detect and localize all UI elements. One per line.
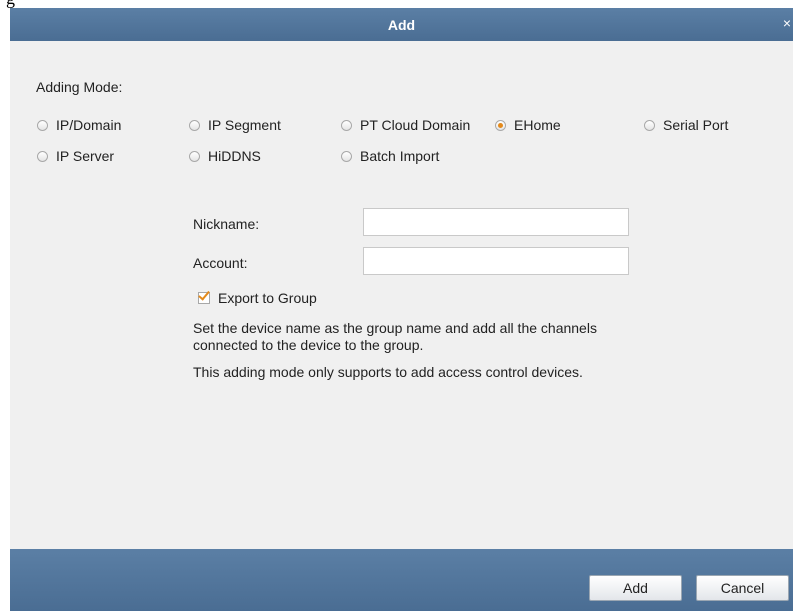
radio-ip-server[interactable]: IP Server xyxy=(37,148,114,164)
radio-button-icon[interactable] xyxy=(37,119,48,131)
radio-button-icon[interactable] xyxy=(189,119,200,131)
nickname-input[interactable] xyxy=(363,208,629,236)
cropped-heading-text: g xyxy=(6,0,15,8)
export-to-group-checkbox-row[interactable]: Export to Group xyxy=(198,288,317,306)
radio-label: PT Cloud Domain xyxy=(360,117,471,133)
radio-button-selected-icon[interactable] xyxy=(495,119,506,131)
radio-label: EHome xyxy=(514,117,561,133)
adding-mode-label: Adding Mode: xyxy=(36,79,123,95)
dialog-content: Adding Mode: IP/Domain IP Segment PT Clo… xyxy=(10,41,793,549)
radio-batch-import[interactable]: Batch Import xyxy=(341,148,439,164)
radio-ip-segment[interactable]: IP Segment xyxy=(189,117,281,133)
cancel-button[interactable]: Cancel xyxy=(696,575,789,601)
radio-button-icon[interactable] xyxy=(189,150,200,162)
export-to-group-label: Export to Group xyxy=(218,290,317,306)
radio-label: IP Segment xyxy=(208,117,281,133)
nickname-label: Nickname: xyxy=(193,216,260,232)
radio-label: IP/Domain xyxy=(56,117,122,133)
cropped-heading: g xyxy=(0,0,793,8)
radio-label: HiDDNS xyxy=(208,148,261,164)
add-button[interactable]: Add xyxy=(589,575,682,601)
dialog-title: Add xyxy=(387,16,416,33)
radio-serial-port[interactable]: Serial Port xyxy=(644,117,728,133)
radio-button-icon[interactable] xyxy=(37,150,48,162)
group-info-text: Set the device name as the group name an… xyxy=(193,320,597,353)
dialog-footer: Add Cancel xyxy=(10,549,793,611)
radio-ip-domain[interactable]: IP/Domain xyxy=(37,117,121,133)
radio-button-icon[interactable] xyxy=(341,150,352,162)
radio-label: Batch Import xyxy=(360,148,440,164)
account-label: Account: xyxy=(193,255,248,271)
account-input[interactable] xyxy=(363,247,629,275)
dialog-titlebar: Add × xyxy=(10,8,793,41)
radio-button-icon[interactable] xyxy=(341,119,352,131)
radio-button-icon[interactable] xyxy=(644,119,655,131)
radio-hiddns[interactable]: HiDDNS xyxy=(189,148,261,164)
export-to-group-checkbox[interactable] xyxy=(198,288,210,304)
access-control-note: This adding mode only supports to add ac… xyxy=(193,364,583,380)
checkmark-icon xyxy=(198,288,210,301)
radio-pt-cloud-domain[interactable]: PT Cloud Domain xyxy=(341,117,470,133)
radio-label: IP Server xyxy=(56,148,115,164)
close-icon[interactable]: × xyxy=(783,15,791,31)
radio-ehome[interactable]: EHome xyxy=(495,117,561,133)
radio-label: Serial Port xyxy=(663,117,729,133)
